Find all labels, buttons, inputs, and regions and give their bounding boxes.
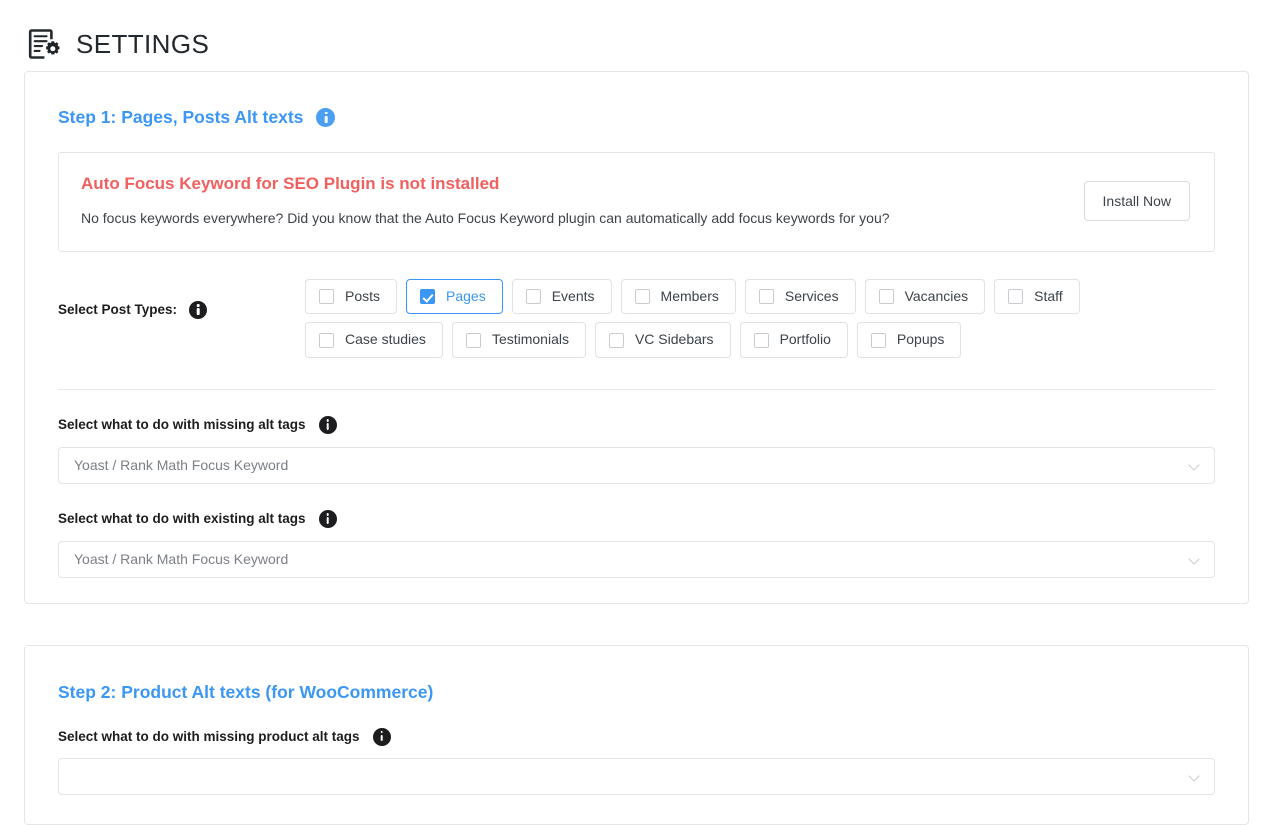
post-types-row: Select Post Types: Posts Pages Events Membe… — [58, 278, 1215, 358]
post-type-checkbox[interactable]: Services — [744, 278, 856, 315]
step1-heading: Step 1: Pages, Posts Alt texts — [58, 72, 1215, 127]
checkbox-checked-icon — [420, 289, 436, 305]
missing-product-alt-label-text: Select what to do with missing product a… — [58, 729, 360, 744]
post-type-label: Services — [784, 287, 839, 304]
plugin-notice-body: No focus keywords everywhere? Did you kn… — [81, 209, 890, 226]
existing-alt-select[interactable]: Yoast / Rank Math Focus Keyword — [58, 540, 1215, 578]
missing-product-alt-select[interactable] — [58, 757, 1215, 795]
post-type-checkbox[interactable]: Pages — [406, 278, 503, 315]
existing-alt-label: Select what to do with existing alt tags — [58, 509, 1215, 528]
missing-alt-select-value: Yoast / Rank Math Focus Keyword — [74, 457, 289, 474]
missing-alt-select[interactable]: Yoast / Rank Math Focus Keyword — [58, 446, 1215, 484]
post-type-checkbox[interactable]: Case studies — [305, 322, 443, 358]
missing-product-alt-label: Select what to do with missing product a… — [58, 727, 1215, 746]
info-icon[interactable] — [316, 108, 336, 127]
missing-alt-label: Select what to do with missing alt tags — [58, 415, 1215, 434]
post-type-label: VC Sidebars — [634, 331, 714, 348]
post-type-label: Events — [551, 287, 595, 304]
page-title: SETTINGS — [76, 28, 210, 59]
checkbox-icon — [634, 289, 650, 305]
existing-alt-label-text: Select what to do with existing alt tags — [58, 511, 306, 527]
missing-alt-label-text: Select what to do with missing alt tags — [58, 417, 306, 433]
post-type-label: Case studies — [345, 331, 426, 348]
chevron-down-icon — [1189, 771, 1200, 782]
section-divider — [58, 388, 1215, 390]
chevron-down-icon — [1189, 460, 1200, 471]
step1-card: Step 1: Pages, Posts Alt texts Auto Focu… — [24, 71, 1249, 604]
checkbox-icon — [608, 332, 624, 348]
plugin-notice: Auto Focus Keyword for SEO Plugin is not… — [58, 152, 1215, 252]
info-icon[interactable] — [318, 415, 337, 434]
step1-heading-label: Step 1: Pages, Posts Alt texts — [58, 106, 304, 127]
post-type-label: Vacancies — [904, 287, 969, 304]
checkbox-icon — [878, 289, 894, 305]
post-type-label: Members — [660, 287, 719, 304]
step2-card: Step 2: Product Alt texts (for WooCommer… — [24, 645, 1249, 825]
checkbox-icon — [319, 289, 334, 305]
settings-document-gear-icon — [26, 25, 64, 63]
install-now-button[interactable]: Install Now — [1083, 180, 1190, 221]
post-type-label: Pages — [446, 287, 486, 304]
plugin-notice-text: Auto Focus Keyword for SEO Plugin is not… — [81, 174, 1064, 227]
checkbox-icon — [1008, 289, 1024, 305]
post-types-label-text: Select Post Types: — [58, 302, 178, 318]
page-header: SETTINGS — [0, 0, 1273, 70]
post-type-checkbox[interactable]: Portfolio — [739, 322, 848, 358]
checkbox-icon — [758, 289, 774, 305]
existing-alt-select-value: Yoast / Rank Math Focus Keyword — [74, 551, 289, 568]
info-icon[interactable] — [318, 509, 337, 528]
post-types-checkbox-group: Posts Pages Events Members Services Vacancies… — [305, 278, 1215, 358]
checkbox-icon — [870, 332, 886, 348]
post-type-checkbox[interactable]: Testimonials — [451, 322, 586, 358]
post-type-checkbox[interactable]: Popups — [856, 322, 962, 358]
checkbox-icon — [525, 289, 541, 305]
post-type-label: Portfolio — [779, 331, 831, 348]
post-type-label: Testimonials — [491, 331, 569, 348]
checkbox-icon — [465, 332, 481, 348]
checkbox-icon — [319, 332, 334, 348]
chevron-down-icon — [1189, 554, 1200, 565]
post-type-checkbox[interactable]: Members — [620, 278, 736, 315]
step2-heading: Step 2: Product Alt texts (for WooCommer… — [58, 646, 1215, 702]
post-type-label: Posts — [345, 287, 381, 304]
info-icon[interactable] — [189, 300, 208, 319]
plugin-notice-title: Auto Focus Keyword for SEO Plugin is not… — [81, 174, 500, 193]
post-type-checkbox[interactable]: VC Sidebars — [594, 322, 731, 358]
step2-heading-label: Step 2: Product Alt texts (for WooCommer… — [58, 682, 434, 702]
post-type-checkbox[interactable]: Vacancies — [864, 278, 986, 315]
post-type-label: Staff — [1034, 287, 1063, 304]
post-type-checkbox[interactable]: Staff — [994, 278, 1080, 315]
post-type-checkbox[interactable]: Events — [511, 278, 612, 315]
info-icon[interactable] — [372, 727, 391, 746]
post-type-checkbox[interactable]: Posts — [305, 278, 398, 315]
checkbox-icon — [753, 332, 769, 348]
post-type-label: Popups — [896, 331, 945, 348]
post-types-label: Select Post Types: — [58, 279, 305, 319]
